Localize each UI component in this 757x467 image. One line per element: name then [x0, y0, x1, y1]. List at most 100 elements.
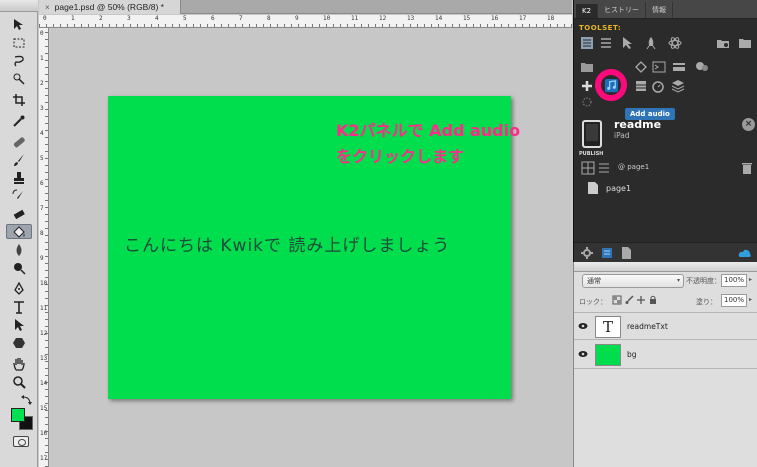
- document-icon[interactable]: [618, 245, 634, 261]
- database-icon[interactable]: [633, 78, 649, 94]
- publish-label[interactable]: PUBLISH: [579, 151, 603, 157]
- move-tool-icon[interactable]: [6, 17, 32, 32]
- rocket-icon[interactable]: [643, 35, 659, 51]
- brush-tool-icon[interactable]: [6, 152, 32, 167]
- vertical-ruler[interactable]: 0 1 2 3 4 5 6 7 8 9 10 11 12 13 14 15 16 17: [39, 28, 49, 467]
- layers-stack-icon[interactable]: [670, 78, 686, 94]
- tab-k2[interactable]: K2: [576, 4, 599, 18]
- page-text: こんにちは Kwikで 読み上げしましょう: [124, 236, 451, 256]
- trash-icon[interactable]: [739, 160, 755, 176]
- lock-transparency-icon[interactable]: [612, 294, 622, 306]
- page-item-label: page1: [606, 183, 632, 193]
- dodge-tool-icon[interactable]: [6, 260, 32, 275]
- blend-mode-select[interactable]: 通常 ▾: [582, 274, 684, 288]
- list-icon[interactable]: [596, 160, 612, 176]
- paint-bucket-tool-icon[interactable]: [6, 224, 32, 239]
- horizontal-ruler[interactable]: 012345678910111213141516171819: [39, 15, 582, 28]
- ipad-icon[interactable]: [582, 120, 602, 148]
- eraser-tool-icon[interactable]: [6, 206, 32, 221]
- eye-icon[interactable]: [578, 322, 588, 330]
- folder-small-icon[interactable]: [579, 59, 595, 75]
- lock-brush-icon[interactable]: [624, 294, 634, 306]
- quick-mask-icon[interactable]: [13, 436, 29, 447]
- eye-icon[interactable]: [578, 350, 588, 358]
- folder-settings-icon[interactable]: [715, 35, 731, 51]
- document-tab[interactable]: × page1.psd @ 50% (RGB/8) *: [39, 0, 181, 14]
- layer-name: bg: [627, 350, 637, 359]
- ruler-tick-label: 3: [40, 105, 44, 112]
- healing-tool-icon[interactable]: [6, 134, 32, 149]
- opacity-arrow-icon[interactable]: ▸: [749, 276, 752, 283]
- card-icon[interactable]: [671, 59, 687, 75]
- blur-tool-icon[interactable]: [6, 242, 32, 257]
- gear-icon[interactable]: [579, 245, 595, 261]
- ruler-tick-label: 9: [295, 15, 299, 22]
- layer-row[interactable]: bg: [574, 341, 757, 369]
- layer-row[interactable]: T readmeTxt: [574, 312, 757, 340]
- canvas-area[interactable]: こんにちは Kwikで 読み上げしましょう K2パネルで Add audio を…: [50, 29, 572, 467]
- ruler-tick-label: 0: [40, 30, 44, 37]
- lasso-tool-icon[interactable]: [6, 53, 32, 68]
- toolset-menu-icon[interactable]: [598, 35, 614, 51]
- zoom-tool-icon[interactable]: [6, 374, 32, 389]
- fill-arrow-icon[interactable]: ▸: [749, 296, 752, 303]
- lock-move-icon[interactable]: [636, 294, 646, 306]
- ruler-tick-label: 1: [71, 15, 75, 22]
- ruler-tick-label: 16: [40, 430, 48, 437]
- fill-label: 塗り：: [696, 298, 717, 306]
- plus-icon[interactable]: [579, 78, 595, 94]
- spinner-icon: [579, 94, 595, 110]
- marquee-tool-icon[interactable]: [6, 35, 32, 50]
- layers-panel-header[interactable]: [574, 262, 757, 272]
- fill-field[interactable]: 100%: [721, 294, 747, 307]
- ruler-tick-label: 13: [407, 15, 415, 22]
- pen-tool-icon[interactable]: [6, 281, 32, 296]
- foreground-color-swatch[interactable]: [11, 408, 25, 422]
- page-list-item[interactable]: page1: [588, 182, 631, 194]
- tab-info[interactable]: 情報: [646, 2, 674, 18]
- ruler-tick-label: 17: [519, 15, 527, 22]
- grid-icon[interactable]: [580, 160, 596, 176]
- swap-colors-icon[interactable]: [20, 392, 34, 407]
- current-page-label: @ page1: [618, 163, 650, 171]
- add-audio-button[interactable]: [595, 69, 627, 101]
- close-project-button[interactable]: ×: [742, 118, 755, 131]
- ruler-tick-label: 17: [40, 455, 48, 462]
- lock-all-icon[interactable]: [648, 294, 658, 306]
- ruler-tick-label: 12: [379, 15, 387, 22]
- opacity-field[interactable]: 100%: [721, 274, 747, 287]
- path-select-tool-icon[interactable]: [6, 317, 32, 332]
- list-view-icon[interactable]: [579, 35, 595, 51]
- close-icon[interactable]: ×: [45, 3, 50, 12]
- timer-icon[interactable]: [650, 78, 666, 94]
- crop-tool-icon[interactable]: [6, 92, 32, 107]
- stamp-tool-icon[interactable]: [6, 170, 32, 185]
- tab-history[interactable]: ヒストリー: [598, 2, 647, 18]
- ruler-tick-label: 5: [183, 15, 187, 22]
- chat-icon[interactable]: [694, 59, 710, 75]
- ruler-tick-label: 15: [40, 405, 48, 412]
- hand-tool-icon[interactable]: [6, 356, 32, 371]
- music-note-icon: [604, 78, 618, 92]
- type-tool-icon[interactable]: [6, 299, 32, 314]
- terminal-icon[interactable]: [651, 59, 667, 75]
- atom-icon[interactable]: [667, 35, 683, 51]
- shape-tool-icon[interactable]: [6, 335, 32, 350]
- cloud-icon[interactable]: [737, 245, 753, 261]
- tools-panel: [0, 0, 38, 467]
- quick-select-tool-icon[interactable]: [6, 71, 32, 86]
- tools-panel-grip[interactable]: [0, 0, 38, 12]
- ruler-tick-label: 1: [40, 55, 44, 62]
- ruler-tick-label: 16: [491, 15, 499, 22]
- device-stack-icon[interactable]: [599, 245, 615, 261]
- folder-icon[interactable]: [737, 35, 753, 51]
- ruler-tick-label: 14: [435, 15, 443, 22]
- instruction-line-1: K2パネルで Add audio: [336, 121, 521, 140]
- history-brush-tool-icon[interactable]: [6, 188, 32, 203]
- eyedropper-tool-icon[interactable]: [6, 113, 32, 128]
- swap-icon[interactable]: [633, 59, 649, 75]
- pointer-icon[interactable]: [620, 35, 636, 51]
- project-device: iPad: [614, 131, 630, 140]
- ruler-tick-label: 4: [155, 15, 159, 22]
- ruler-tick-label: 11: [40, 305, 48, 312]
